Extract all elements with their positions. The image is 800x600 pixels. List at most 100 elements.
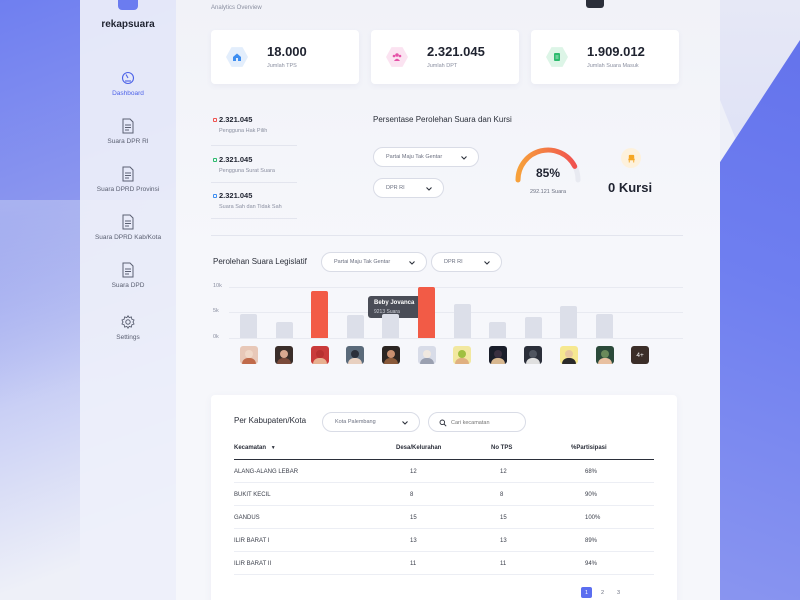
table-cell: 100% (585, 515, 601, 521)
candidate-avatar[interactable] (310, 346, 329, 364)
brand-name: rekapsuara (101, 19, 155, 30)
y-tick-label: 0k (213, 334, 219, 340)
chart-bar[interactable] (346, 314, 364, 338)
table-cell: 11 (410, 561, 417, 567)
sidebar-item-settings[interactable]: Settings (80, 314, 176, 341)
table-row[interactable]: BUKIT KECIL 8 8 90% (234, 483, 654, 506)
candidate-avatar[interactable] (488, 346, 507, 364)
stat-card-suara-masuk: 1.909.012 Jumlah Suara Masuk (531, 30, 679, 84)
column-header-tps[interactable]: No TPS (491, 445, 512, 451)
chevron-down-icon (402, 421, 408, 425)
region-table-title: Per Kabupaten/Kota (234, 416, 307, 425)
column-header-kecamatan[interactable]: Kecamatan ▼ (234, 445, 276, 451)
sidebar-item-dpd[interactable]: Suara DPD (80, 262, 176, 289)
avatar-body (455, 358, 470, 364)
city-select[interactable]: Kota Palembang (322, 412, 420, 432)
metric-value: 2.321.045 (219, 115, 253, 124)
chart-bar[interactable] (382, 313, 400, 338)
table-cell: 94% (585, 561, 598, 567)
document-icon (122, 118, 134, 134)
table-cell: GANDUS (234, 515, 260, 521)
brand-logo-icon (118, 0, 138, 10)
chart-bar[interactable] (311, 291, 329, 338)
party-select[interactable]: Partai Maju Tak Gentar (373, 147, 479, 167)
section-divider (211, 235, 683, 236)
chart-party-select[interactable]: Partai Maju Tak Gentar (321, 252, 427, 272)
chart-bar[interactable] (489, 321, 507, 338)
stat-label: Jumlah Suara Masuk (587, 63, 639, 69)
profile-avatar[interactable] (586, 0, 604, 8)
grid-line (229, 287, 683, 288)
table-row[interactable]: ILIR BARAT II 11 11 94% (234, 552, 654, 575)
table-cell: 15 (500, 515, 507, 521)
sidebar-item-dprd-provinsi[interactable]: Suara DPRD Provinsi (80, 166, 176, 193)
avatar-body (348, 358, 363, 364)
avatar-head (280, 350, 289, 358)
gauge-percent: 85% (535, 166, 561, 180)
column-header-partisipasi[interactable]: %Partisipasi (571, 445, 607, 451)
chart-bar[interactable] (560, 306, 578, 338)
page-button-1[interactable]: 1 (581, 587, 592, 598)
chart-party-select-value: Partai Maju Tak Gentar (334, 259, 391, 265)
avatar-body (312, 358, 327, 364)
chevron-down-icon (484, 261, 490, 265)
table-cell: 8 (410, 492, 414, 498)
candidate-avatar[interactable] (524, 346, 543, 364)
table-cell: 89% (585, 538, 598, 544)
avatar-head (315, 350, 324, 358)
search-input[interactable] (451, 417, 521, 429)
divider (211, 218, 297, 219)
sort-down-icon: ▼ (270, 445, 276, 451)
avatar-head (600, 350, 609, 358)
table-cell: 68% (585, 469, 598, 475)
y-tick-label: 10k (213, 283, 222, 289)
chevron-down-icon (461, 156, 467, 160)
table-row[interactable]: ALANG-ALANG LEBAR 12 12 68% (234, 460, 654, 483)
chart-level-select[interactable]: DPR RI (431, 252, 502, 272)
chart-bar[interactable] (275, 321, 293, 338)
sidebar-item-dashboard[interactable]: Dashboard (80, 70, 176, 97)
chart-bar[interactable] (453, 304, 471, 338)
avatar-head (244, 350, 253, 358)
level-select[interactable]: DPR RI (373, 178, 444, 198)
candidate-avatar[interactable] (381, 346, 400, 364)
divider (211, 182, 297, 183)
avatar-head (386, 350, 395, 358)
candidate-avatar[interactable] (275, 346, 294, 364)
stat-label: Jumlah TPS (267, 63, 297, 69)
candidate-avatar[interactable] (417, 346, 436, 364)
table-row[interactable]: GANDUS 15 15 100% (234, 506, 654, 529)
more-candidates-button[interactable]: 4+ (631, 346, 650, 364)
sidebar: rekapsuara Dashboard Suara DPR RI Suara … (80, 0, 176, 600)
table-cell: ILIR BARAT I (234, 538, 270, 544)
avatar-head (529, 350, 538, 358)
candidate-avatar[interactable] (346, 346, 365, 364)
chart-bar[interactable] (596, 313, 613, 338)
sidebar-item-label: Suara DPRD Kab/Kota (94, 234, 162, 241)
sidebar-item-dpr-ri[interactable]: Suara DPR RI (80, 118, 176, 145)
candidate-avatar[interactable] (239, 346, 258, 364)
party-select-value: Partai Maju Tak Gentar (386, 154, 443, 160)
candidate-avatar[interactable] (559, 346, 578, 364)
stat-value: 2.321.045 (427, 44, 485, 59)
table-cell: 15 (410, 515, 417, 521)
stat-label: Jumlah DPT (427, 63, 458, 69)
sidebar-item-dprd-kab-kota[interactable]: Suara DPRD Kab/Kota (80, 214, 176, 241)
chart-bar[interactable] (524, 316, 542, 338)
page-button-3[interactable]: 3 (613, 587, 624, 598)
page-button-2[interactable]: 2 (597, 587, 608, 598)
table-cell: 13 (410, 538, 417, 544)
status-dot-icon (213, 118, 217, 122)
avatar-head (493, 350, 502, 358)
table-row[interactable]: ILIR BARAT I 13 13 89% (234, 529, 654, 552)
chart-bar[interactable] (240, 313, 257, 338)
avatar-body (490, 358, 505, 364)
column-header-desa[interactable]: Desa/Kelurahan (396, 445, 441, 451)
search-box (428, 412, 526, 432)
candidate-avatar[interactable] (453, 346, 472, 364)
chart-bar[interactable] (418, 287, 435, 338)
table-cell: 8 (500, 492, 504, 498)
candidate-avatar[interactable] (595, 346, 614, 364)
search-icon (439, 419, 447, 427)
chevron-down-icon (409, 261, 415, 265)
